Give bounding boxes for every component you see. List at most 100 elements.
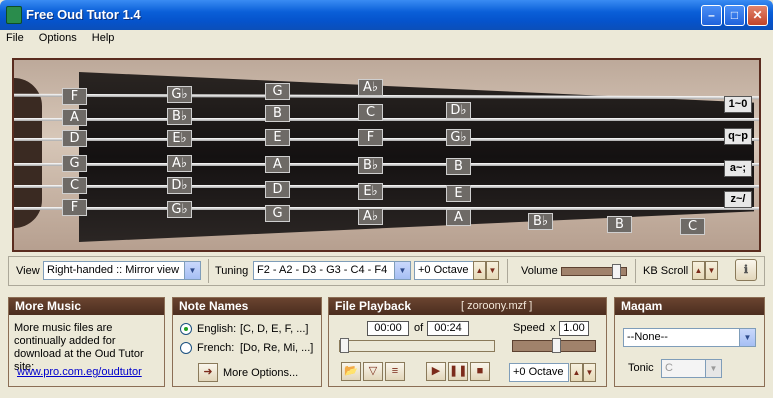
french-radio[interactable] xyxy=(180,342,192,354)
speed-thumb[interactable] xyxy=(552,338,561,353)
note-f5-6[interactable]: A xyxy=(446,209,471,226)
open-folder-icon[interactable]: 📂 xyxy=(341,362,361,381)
list-icon[interactable]: ≡ xyxy=(385,362,405,381)
note-f4-2[interactable]: C xyxy=(358,104,383,121)
note-open-5[interactable]: C xyxy=(62,177,87,194)
playback-octave-value: +0 Octave xyxy=(513,366,564,378)
string-6 xyxy=(14,207,759,210)
view-dropdown-icon[interactable]: ▼ xyxy=(184,262,200,279)
note-f3-3[interactable]: E xyxy=(265,129,290,146)
tuning-value: F2 - A2 - D3 - G3 - C4 - F4 xyxy=(257,264,388,276)
divider xyxy=(208,259,209,283)
string-3 xyxy=(14,138,759,141)
note-f3-2[interactable]: B xyxy=(265,105,290,122)
maqam-title: Maqam xyxy=(615,298,764,315)
more-options-link[interactable]: More Options... xyxy=(223,367,298,379)
volume-slider[interactable] xyxy=(561,264,627,279)
note-f3-1[interactable]: G xyxy=(265,83,290,100)
view-label: View xyxy=(16,265,40,277)
kbscroll-down-icon[interactable]: ▼ xyxy=(705,261,718,280)
english-radio[interactable] xyxy=(180,323,192,335)
filter-icon[interactable]: ▽ xyxy=(363,362,383,381)
volume-label: Volume xyxy=(521,265,558,277)
stop-icon[interactable]: ■ xyxy=(470,362,490,381)
playback-octave-up-icon[interactable]: ▲ xyxy=(570,363,583,382)
tuning-select[interactable]: F2 - A2 - D3 - G3 - C4 - F4 ▼ xyxy=(253,261,411,280)
position-slider[interactable] xyxy=(339,338,495,353)
current-time-field[interactable]: 00:00 xyxy=(367,321,409,336)
note-open-4[interactable]: G xyxy=(62,155,87,172)
minimize-button[interactable]: – xyxy=(701,5,722,26)
note-names-panel: Note Names English: [C, D, E, F, ...] Fr… xyxy=(172,297,322,387)
note-f5-2[interactable]: D♭ xyxy=(446,102,471,119)
maqam-dropdown-icon[interactable]: ▼ xyxy=(739,329,755,346)
divider xyxy=(635,259,636,283)
note-f5-5[interactable]: E xyxy=(446,185,471,202)
maqam-select[interactable]: --None-- ▼ xyxy=(623,328,756,347)
note-extra-2[interactable]: B xyxy=(607,216,632,233)
note-extra-3[interactable]: C xyxy=(680,218,705,235)
note-f4-6[interactable]: A♭ xyxy=(358,208,383,225)
note-f2-5[interactable]: D♭ xyxy=(167,177,192,194)
oud-neck-display: F A D G C F G♭ B♭ E♭ A♭ D♭ G♭ G B E A D … xyxy=(12,58,761,252)
note-f5-4[interactable]: B xyxy=(446,158,471,175)
maqam-panel: Maqam --None-- ▼ Tonic C ▼ xyxy=(614,297,765,387)
tuning-dropdown-icon[interactable]: ▼ xyxy=(394,262,410,279)
tuning-octave-down-icon[interactable]: ▼ xyxy=(486,261,499,280)
oud-tutor-link[interactable]: www.pro.com.eg/oudtutor xyxy=(17,366,142,378)
speed-label: Speed xyxy=(513,322,545,334)
view-value: Right-handed :: Mirror view xyxy=(47,264,180,276)
close-button[interactable]: ✕ xyxy=(747,5,768,26)
note-open-3[interactable]: D xyxy=(62,130,87,147)
note-f3-5[interactable]: D xyxy=(265,181,290,198)
menu-file[interactable]: File xyxy=(0,30,30,44)
note-f2-6[interactable]: G♭ xyxy=(167,201,192,218)
file-playback-panel: File Playback [ zoroony.mzf ] 00:00 of 0… xyxy=(328,297,607,387)
speed-slider[interactable] xyxy=(512,338,596,353)
note-f2-1[interactable]: G♭ xyxy=(167,86,192,103)
note-f2-3[interactable]: E♭ xyxy=(167,130,192,147)
of-label: of xyxy=(414,322,424,334)
note-f3-4[interactable]: A xyxy=(265,156,290,173)
note-f4-3[interactable]: F xyxy=(358,129,383,146)
volume-thumb[interactable] xyxy=(612,264,621,279)
oud-nut xyxy=(14,78,42,228)
file-playback-header: File Playback [ zoroony.mzf ] xyxy=(329,298,606,315)
note-f2-4[interactable]: A♭ xyxy=(167,155,192,172)
title-bar: Free Oud Tutor 1.4 – □ ✕ xyxy=(0,0,773,30)
french-values: [Do, Re, Mi, ...] xyxy=(240,342,314,354)
french-label: French: xyxy=(197,342,235,354)
playback-octave-down-icon[interactable]: ▼ xyxy=(583,363,596,382)
note-f3-6[interactable]: G xyxy=(265,205,290,222)
note-f5-3[interactable]: G♭ xyxy=(446,129,471,146)
more-music-title: More Music xyxy=(9,298,164,315)
pause-icon[interactable]: ❚❚ xyxy=(448,362,468,381)
tonic-dropdown-icon[interactable]: ▼ xyxy=(705,360,721,377)
maximize-button[interactable]: □ xyxy=(724,5,745,26)
playback-octave-field[interactable]: +0 Octave xyxy=(509,363,569,382)
note-extra-1[interactable]: B♭ xyxy=(528,213,553,230)
note-f4-5[interactable]: E♭ xyxy=(358,183,383,200)
note-open-2[interactable]: A xyxy=(62,109,87,126)
tonic-select[interactable]: C ▼ xyxy=(661,359,722,378)
more-options-arrow-icon[interactable]: ➜ xyxy=(198,363,218,382)
string-5 xyxy=(14,185,759,188)
tonic-label: Tonic xyxy=(628,362,654,374)
kbscroll-up-icon[interactable]: ▲ xyxy=(692,261,705,280)
note-open-6[interactable]: F xyxy=(62,199,87,216)
note-f2-2[interactable]: B♭ xyxy=(167,108,192,125)
english-label: English: xyxy=(197,323,237,335)
position-thumb[interactable] xyxy=(340,338,349,353)
menu-options[interactable]: Options xyxy=(33,30,83,44)
note-f4-1[interactable]: A♭ xyxy=(358,79,383,96)
tonic-value: C xyxy=(665,362,673,374)
menu-help[interactable]: Help xyxy=(86,30,121,44)
view-select[interactable]: Right-handed :: Mirror view ▼ xyxy=(43,261,201,280)
info-icon[interactable]: ℹ xyxy=(735,259,757,281)
tuning-octave-field[interactable]: +0 Octave xyxy=(414,261,474,280)
speed-value-field[interactable]: 1.00 xyxy=(559,321,589,336)
note-f4-4[interactable]: B♭ xyxy=(358,157,383,174)
play-icon[interactable]: ▶ xyxy=(426,362,446,381)
note-open-1[interactable]: F xyxy=(62,88,87,105)
tuning-octave-up-icon[interactable]: ▲ xyxy=(473,261,486,280)
